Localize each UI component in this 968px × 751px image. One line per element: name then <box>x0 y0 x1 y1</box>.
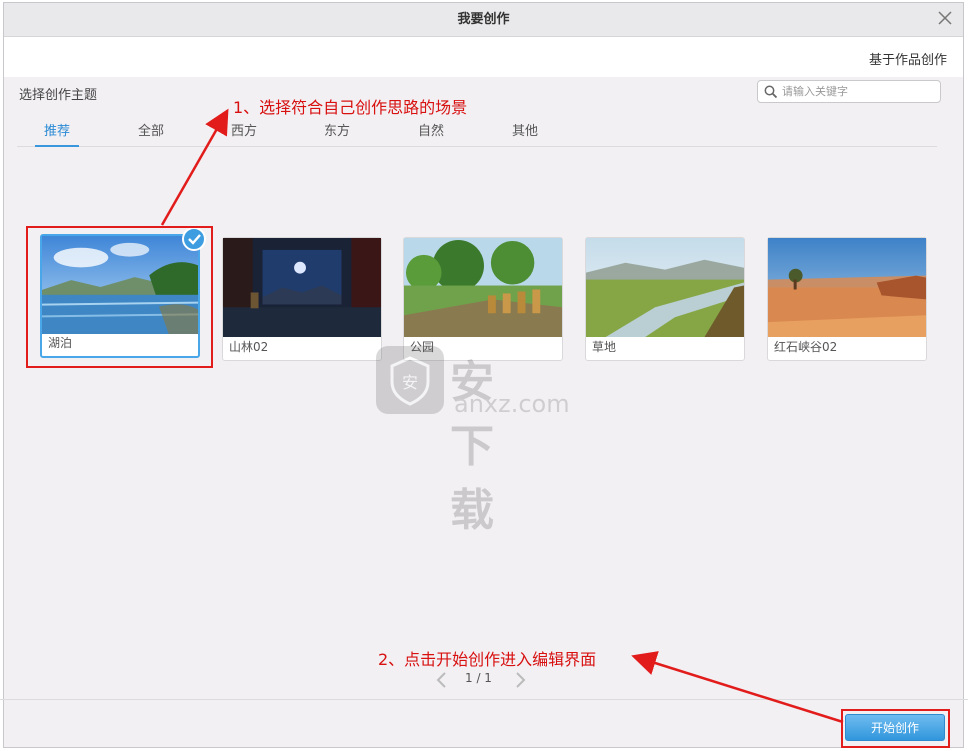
watermark-badge-text: 安 <box>402 373 418 392</box>
scene-label: 草地 <box>592 340 617 354</box>
search-box[interactable] <box>757 80 941 103</box>
dialog-title: 我要创作 <box>457 12 510 27</box>
highlight-box-scene <box>26 226 213 368</box>
scene-label: 红石峡谷02 <box>774 340 838 354</box>
pager: 1 / 1 <box>434 668 534 692</box>
scene-label: 山林02 <box>229 340 269 354</box>
tab-all[interactable]: 全部 <box>127 120 175 146</box>
tab-other[interactable]: 其他 <box>501 120 549 146</box>
scene-card-park[interactable]: 公园 <box>403 237 563 361</box>
chevron-right-icon[interactable] <box>512 670 528 690</box>
section-title: 选择创作主题 <box>19 88 98 103</box>
close-icon[interactable] <box>935 8 955 28</box>
footer-divider <box>0 699 968 700</box>
scene-thumbnail <box>404 238 562 337</box>
watermark-text: 安下载 <box>450 357 496 536</box>
scene-thumbnail <box>586 238 744 337</box>
annotation-step1: 1、选择符合自己创作思路的场景 <box>233 98 468 117</box>
search-icon <box>764 85 778 99</box>
category-tabs: 推荐 全部 西方 东方 自然 其他 <box>17 118 937 147</box>
chevron-left-icon[interactable] <box>434 670 450 690</box>
search-input[interactable] <box>782 83 932 100</box>
tab-eastern[interactable]: 东方 <box>313 120 361 146</box>
top-bar: 基于作品创作 <box>4 37 963 77</box>
tab-nature[interactable]: 自然 <box>407 120 455 146</box>
tab-western[interactable]: 西方 <box>220 120 268 146</box>
scene-card-grassland[interactable]: 草地 <box>585 237 745 361</box>
dialog-titlebar: 我要创作 <box>4 3 963 37</box>
scene-card-forest[interactable]: 山林02 <box>222 237 382 361</box>
shield-icon: 安 <box>376 346 444 414</box>
highlight-box-start <box>841 709 950 748</box>
scene-thumbnail <box>768 238 926 337</box>
watermark-domain: anxz.com <box>454 390 570 418</box>
annotation-step2: 2、点击开始创作进入编辑界面 <box>378 650 597 669</box>
watermark: 安 安下载 anxz.com <box>376 346 570 536</box>
tab-recommended[interactable]: 推荐 <box>33 120 81 147</box>
scene-thumbnail <box>223 238 381 337</box>
scene-card-red-canyon[interactable]: 红石峡谷02 <box>767 237 927 361</box>
page-indicator: 1 / 1 <box>465 671 492 685</box>
create-from-work-link[interactable]: 基于作品创作 <box>869 49 947 68</box>
